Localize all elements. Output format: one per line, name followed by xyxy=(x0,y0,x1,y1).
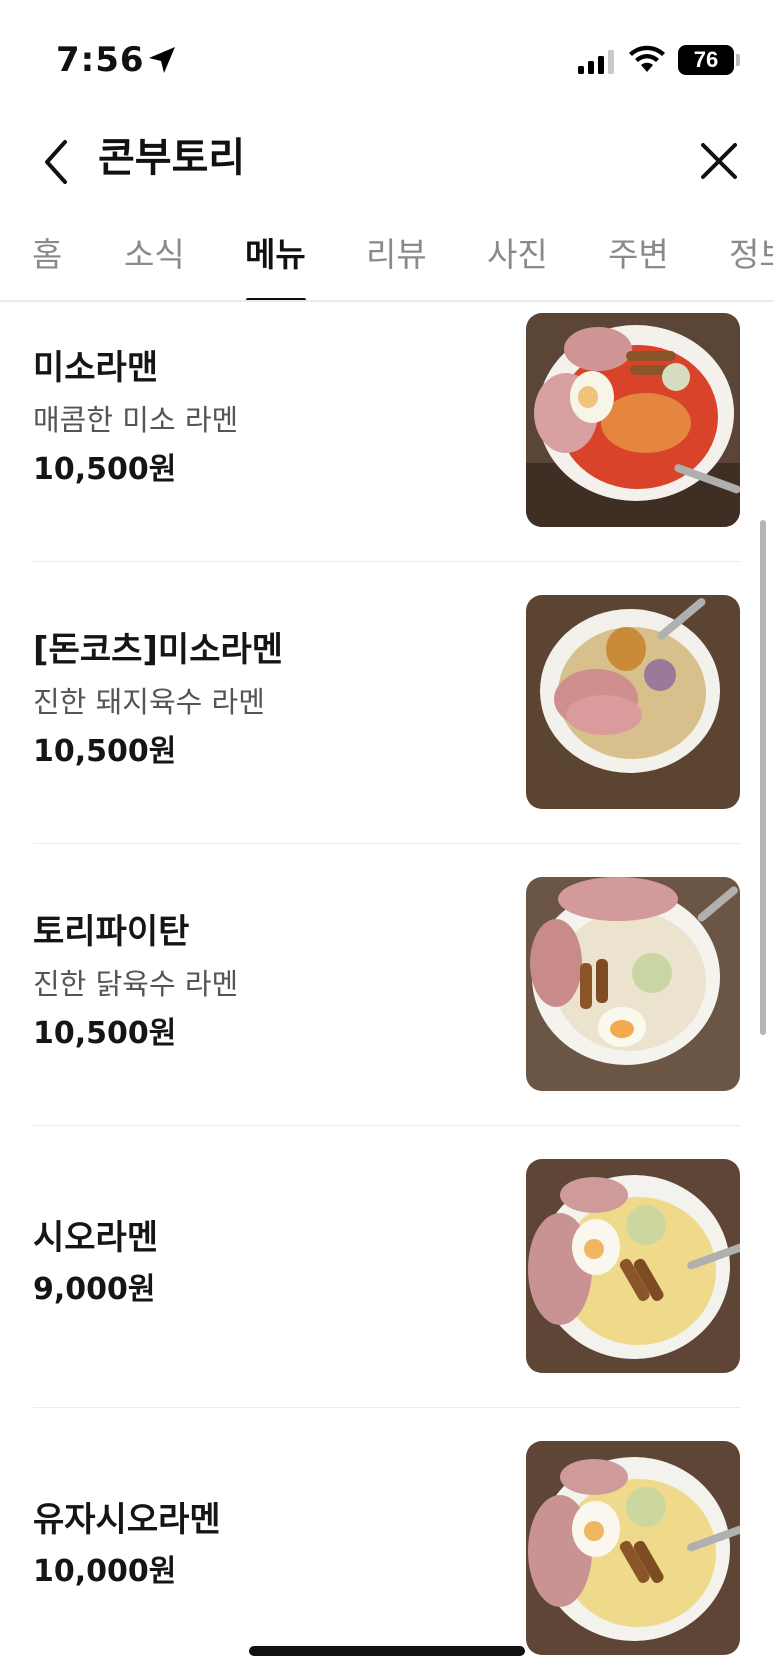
header: 콘부토리 xyxy=(0,118,773,208)
menu-item[interactable]: 토리파이탄 진한 닭육수 라멘 10,500원 xyxy=(0,868,773,1150)
battery-icon: 76 xyxy=(678,45,734,75)
tab-bar: 홈 소식 메뉴 리뷰 사진 주변 정보 xyxy=(0,210,773,302)
home-indicator[interactable] xyxy=(249,1646,525,1656)
tab-home[interactable]: 홈 xyxy=(32,232,62,278)
divider xyxy=(33,1407,740,1408)
battery-cap xyxy=(736,54,740,66)
divider xyxy=(33,1125,740,1126)
back-chevron-icon xyxy=(45,140,67,184)
back-button[interactable] xyxy=(34,132,78,192)
menu-item[interactable]: 미소라맨 매콤한 미소 라멘 10,500원 xyxy=(0,304,773,586)
signal-icon xyxy=(578,50,614,74)
wifi-icon xyxy=(629,45,665,72)
page-title: 콘부토리 xyxy=(98,135,246,181)
menu-item[interactable]: 시오라멘 9,000원 xyxy=(0,1150,773,1432)
menu-item-price: 10,500원 xyxy=(33,1016,177,1051)
menu-item-name: [돈코츠]미소라멘 xyxy=(33,630,284,670)
menu-item-name: 미소라맨 xyxy=(33,348,159,388)
tab-nearby[interactable]: 주변 xyxy=(608,232,669,278)
menu-item-name: 시오라멘 xyxy=(33,1218,159,1258)
yuzu-shio-ramen-photo[interactable] xyxy=(526,1441,740,1655)
shio-ramen-photo[interactable] xyxy=(526,1159,740,1373)
tab-news[interactable]: 소식 xyxy=(124,232,185,278)
menu-item-description: 진한 돼지육수 라멘 xyxy=(33,685,265,719)
tonkotsu-miso-ramen-photo[interactable] xyxy=(526,595,740,809)
menu-item[interactable]: 유자시오라멘 10,000원 xyxy=(0,1432,773,1674)
tab-info[interactable]: 정보 xyxy=(729,232,773,278)
active-tab-indicator xyxy=(246,298,306,300)
menu-item-price: 10,500원 xyxy=(33,734,177,769)
tab-photos[interactable]: 사진 xyxy=(487,232,548,278)
tab-reviews[interactable]: 리뷰 xyxy=(366,232,427,278)
menu-item-name: 유자시오라멘 xyxy=(33,1500,221,1540)
menu-item-price: 10,500원 xyxy=(33,452,177,487)
scrollbar[interactable] xyxy=(760,520,766,1035)
menu-item-price: 9,000원 xyxy=(33,1272,156,1307)
status-time: 7:56 xyxy=(56,40,145,80)
battery-level: 76 xyxy=(693,47,719,72)
close-button[interactable] xyxy=(694,136,744,186)
menu-item-description: 진한 닭육수 라멘 xyxy=(33,967,239,1001)
spicy-miso-ramen-photo[interactable] xyxy=(526,313,740,527)
menu-item-description: 매콤한 미소 라멘 xyxy=(33,403,239,437)
divider xyxy=(33,561,740,562)
tab-menu[interactable]: 메뉴 xyxy=(245,232,306,278)
menu-item-name: 토리파이탄 xyxy=(33,912,190,952)
menu-item[interactable]: [돈코츠]미소라멘 진한 돼지육수 라멘 10,500원 xyxy=(0,586,773,868)
divider xyxy=(33,843,740,844)
menu-item-price: 10,000원 xyxy=(33,1554,177,1589)
status-bar: 7:56 76 xyxy=(0,0,773,118)
tori-paitan-photo[interactable] xyxy=(526,877,740,1091)
close-icon xyxy=(701,143,737,179)
location-arrow-icon xyxy=(149,47,175,73)
